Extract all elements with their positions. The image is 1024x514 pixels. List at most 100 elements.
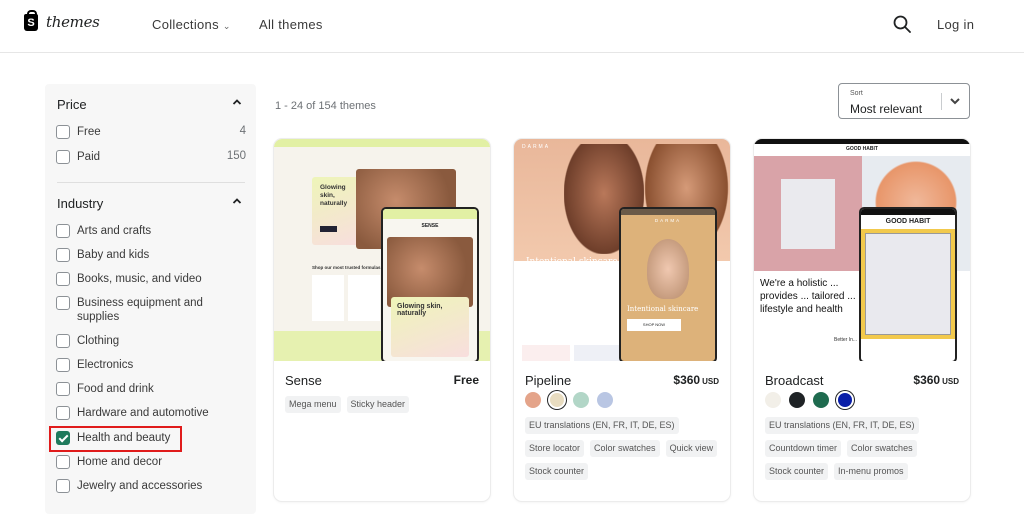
filter-option-free[interactable]: Free 4: [56, 125, 246, 139]
theme-card-sense[interactable]: Glowing skin, naturally Shop our most tr…: [274, 139, 490, 501]
filter-option-baby-and-kids[interactable]: Baby and kids: [56, 248, 246, 262]
checkbox[interactable]: [56, 272, 70, 286]
filter-label: Books, music, and video: [77, 273, 202, 285]
section-title: Shop our most trusted formulas: [312, 265, 381, 270]
price-currency: USD: [942, 377, 959, 386]
feature-tag: Mega menu: [285, 396, 341, 413]
color-swatch[interactable]: [838, 393, 852, 407]
hero-button: [526, 273, 568, 284]
feature-tags: EU translations (EN, FR, IT, DE, ES) Cou…: [765, 417, 961, 480]
feature-tag: Sticky header: [346, 396, 410, 413]
filter-option-books-music-video[interactable]: Books, music, and video: [56, 272, 246, 286]
theme-price: $360 USD: [673, 373, 719, 387]
filter-count: 4: [239, 125, 246, 137]
feature-tag: Store locator: [525, 440, 585, 457]
filter-option-electronics[interactable]: Electronics: [56, 358, 246, 372]
theme-card-pipeline[interactable]: DARMA Intentional skincare DARMA Intenti…: [514, 139, 730, 501]
color-swatch[interactable]: [573, 392, 589, 408]
filter-label: Baby and kids: [77, 249, 150, 261]
color-swatch[interactable]: [813, 392, 829, 408]
nav-collections[interactable]: Collections ⌄: [152, 17, 231, 32]
checkbox[interactable]: [56, 406, 70, 420]
filter-option-home-and-decor[interactable]: Home and decor: [56, 455, 246, 469]
checkbox[interactable]: [56, 248, 70, 262]
login-link[interactable]: Log in: [937, 17, 974, 32]
filter-label: Arts and crafts: [77, 225, 152, 237]
product-tile: [574, 345, 622, 361]
checkbox[interactable]: [56, 125, 70, 139]
filter-option-arts-and-crafts[interactable]: Arts and crafts: [56, 224, 246, 238]
color-swatches: [525, 392, 613, 408]
desktop-brand: DARMA: [522, 144, 551, 150]
mobile-cta: SHOP NOW: [627, 319, 681, 331]
search-icon[interactable]: [893, 15, 911, 33]
feature-tag: EU translations (EN, FR, IT, DE, ES): [525, 417, 679, 434]
filter-label: Business equipment and supplies: [77, 297, 203, 323]
filter-label: Food and drink: [77, 383, 154, 395]
theme-name[interactable]: Pipeline: [525, 373, 571, 388]
chevron-up-icon[interactable]: [232, 196, 242, 206]
feature-tags: EU translations (EN, FR, IT, DE, ES) Sto…: [525, 417, 721, 480]
color-swatch[interactable]: [550, 393, 564, 407]
nav-all-themes[interactable]: All themes: [259, 17, 323, 32]
feature-tag: EU translations (EN, FR, IT, DE, ES): [765, 417, 919, 434]
checkbox[interactable]: [56, 455, 70, 469]
feature-tag: Quick view: [665, 440, 718, 457]
filter-option-hardware-automotive[interactable]: Hardware and automotive: [56, 406, 246, 420]
price-filter-title[interactable]: Price: [57, 97, 87, 112]
mobile-hero: [861, 229, 955, 339]
section-title: Better In...: [834, 337, 858, 343]
mobile-brand: SENSE: [421, 223, 439, 229]
price-amount: $360: [913, 373, 941, 387]
hero-headline: Glowing skin, naturally: [320, 184, 348, 207]
theme-name[interactable]: Broadcast: [765, 373, 824, 388]
checkbox[interactable]: [56, 334, 70, 348]
theme-preview-image[interactable]: Glowing skin, naturally Shop our most tr…: [274, 139, 490, 361]
shopify-themes-logo[interactable]: S themes: [24, 9, 100, 31]
checkbox[interactable]: [56, 382, 70, 396]
nav-collections-label: Collections: [152, 17, 219, 32]
mobile-brand: GOOD HABIT: [885, 218, 931, 225]
checkbox[interactable]: [56, 296, 70, 310]
color-swatch[interactable]: [765, 392, 781, 408]
selection-highlight: [49, 426, 182, 452]
filter-option-paid[interactable]: Paid 150: [56, 150, 246, 164]
filter-option-business-equipment[interactable]: Business equipment and supplies: [56, 296, 246, 324]
checkbox[interactable]: [56, 224, 70, 238]
checkbox[interactable]: [56, 358, 70, 372]
hero-headline: We're a holistic ... provides ... tailor…: [760, 278, 856, 315]
filter-label: Paid: [77, 151, 101, 163]
sort-label: Sort: [850, 90, 863, 97]
theme-card-broadcast[interactable]: GOOD HABIT We're a holistic ... provides…: [754, 139, 970, 501]
sort-select[interactable]: Sort Most relevant: [838, 83, 970, 119]
checkbox[interactable]: [56, 150, 70, 164]
theme-preview-image[interactable]: DARMA Intentional skincare DARMA Intenti…: [514, 139, 730, 361]
mobile-hero-headline: Intentional skincare: [627, 305, 699, 313]
feature-tag: Color swatches: [590, 440, 660, 457]
checkbox[interactable]: [56, 479, 70, 493]
filter-option-clothing[interactable]: Clothing: [56, 334, 246, 348]
filter-option-food-and-drink[interactable]: Food and drink: [56, 382, 246, 396]
color-swatch[interactable]: [789, 392, 805, 408]
chevron-down-icon: [950, 98, 960, 105]
industry-filter-title[interactable]: Industry: [57, 196, 103, 211]
hero-button: [320, 226, 337, 232]
theme-preview-image[interactable]: GOOD HABIT We're a holistic ... provides…: [754, 139, 970, 361]
theme-name[interactable]: Sense: [285, 373, 322, 388]
mobile-hero-face: [647, 239, 689, 299]
mobile-product-card: [865, 233, 951, 335]
mobile-hero-headline: Glowing skin, naturally: [391, 297, 469, 357]
color-swatch[interactable]: [597, 392, 613, 408]
filter-option-jewelry-accessories[interactable]: Jewelry and accessories: [56, 479, 246, 493]
feature-tag: Countdown timer: [765, 440, 842, 457]
color-swatches: [765, 392, 853, 408]
product-card: [781, 179, 835, 249]
sort-separator: [941, 93, 942, 110]
sort-value: Most relevant: [850, 102, 923, 116]
mobile-brand: DARMA: [654, 218, 682, 223]
product-tile: [522, 345, 570, 361]
color-swatch[interactable]: [525, 392, 541, 408]
chevron-up-icon[interactable]: [232, 97, 242, 107]
mobile-mockup: SENSE Glowing skin, naturally: [381, 207, 479, 361]
feature-tag: Stock counter: [765, 463, 829, 480]
